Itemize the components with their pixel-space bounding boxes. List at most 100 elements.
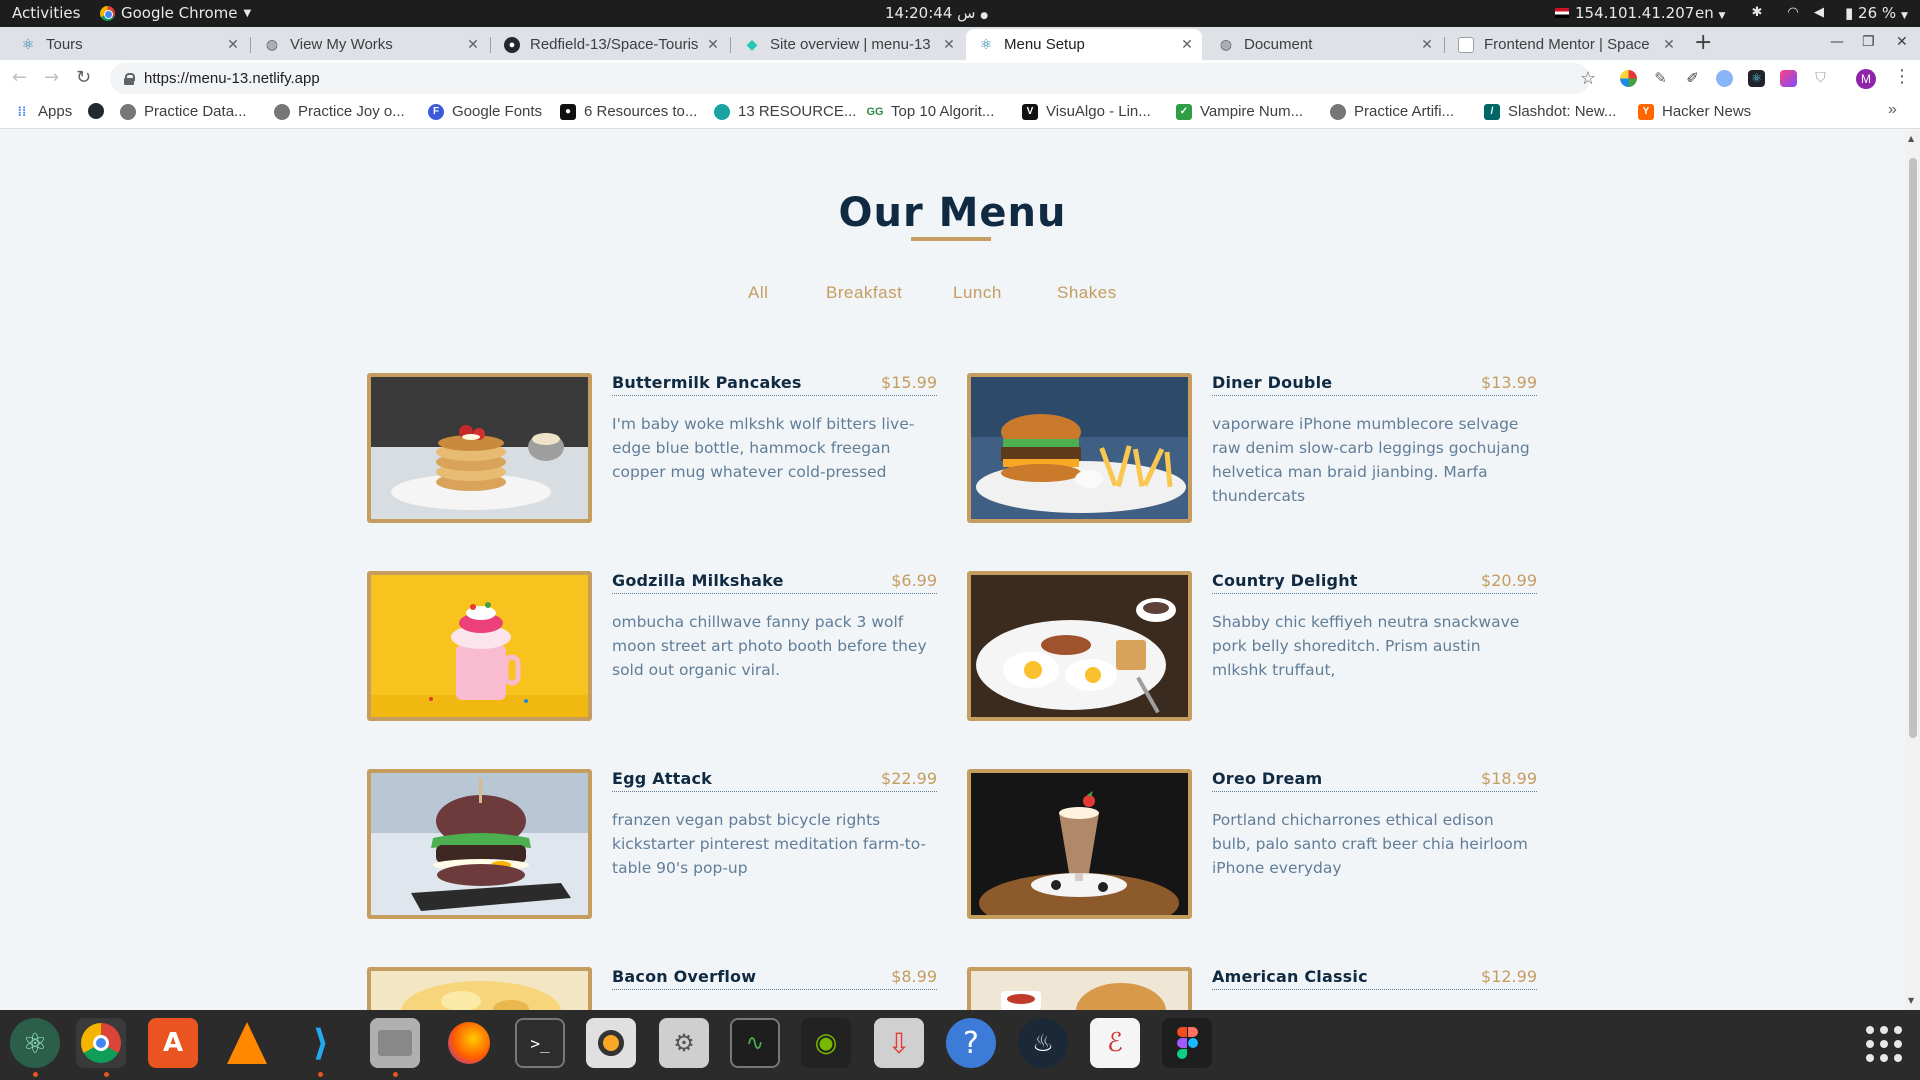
close-icon[interactable]: ✕: [224, 36, 242, 53]
files-icon[interactable]: [370, 1018, 420, 1068]
show-applications-button[interactable]: [1866, 1026, 1902, 1062]
eyedropper-extension-icon[interactable]: ✎: [1652, 70, 1669, 87]
shield-icon[interactable]: ⛉: [1812, 70, 1829, 87]
terminal-icon[interactable]: >_: [515, 1018, 565, 1068]
system-monitor-icon[interactable]: ∿: [730, 1018, 780, 1068]
activities-button[interactable]: Activities: [12, 4, 80, 22]
document-viewer-icon[interactable]: ℰ: [1090, 1018, 1140, 1068]
bookmark-vampire-numbers[interactable]: ✓ Vampire Num...: [1176, 103, 1303, 120]
filter-shakes-button[interactable]: Shakes: [1057, 279, 1117, 307]
filter-all-button[interactable]: All: [748, 279, 768, 307]
volume-icon[interactable]: ◀: [1810, 5, 1828, 21]
new-tab-button[interactable]: +: [1694, 32, 1712, 54]
bookmark-apps[interactable]: ⁞⁞ Apps: [14, 103, 73, 120]
gradient-extension-icon[interactable]: [1780, 70, 1797, 87]
page-scrollbar[interactable]: ▲ ▼: [1905, 130, 1920, 1010]
tab-tours[interactable]: ⚛ Tours ✕: [8, 29, 248, 60]
bookmark-practice-data[interactable]: Practice Data...: [120, 103, 247, 120]
close-icon[interactable]: ✕: [1178, 36, 1196, 53]
scrollbar-thumb[interactable]: [1909, 158, 1917, 738]
menu-item-name: Buttermilk Pancakes: [612, 373, 802, 392]
tab-document[interactable]: ◍ Document ✕: [1206, 29, 1442, 60]
back-button[interactable]: ←: [12, 68, 27, 88]
close-icon[interactable]: ✕: [940, 36, 958, 53]
menu-item-name: Oreo Dream: [1212, 769, 1323, 788]
restore-icon[interactable]: ❐: [1862, 34, 1875, 50]
pen-extension-icon[interactable]: ✐: [1684, 70, 1701, 87]
tab-github-repo[interactable]: ● Redfield-13/Space-Touris ✕: [492, 29, 728, 60]
chevron-double-right-icon[interactable]: »: [1888, 101, 1897, 119]
chrome-icon[interactable]: [76, 1018, 126, 1068]
bookmark-visualgo[interactable]: V VisuAlgo - Lin...: [1022, 103, 1151, 120]
tab-menu-setup[interactable]: ⚛ Menu Setup ✕: [966, 29, 1202, 60]
bookmark-6-resources[interactable]: ● 6 Resources to...: [560, 103, 697, 120]
keyboard-layout-indicator[interactable]: en ▼: [1695, 4, 1725, 22]
forward-button[interactable]: →: [44, 68, 59, 88]
nvidia-icon[interactable]: ◉: [801, 1018, 851, 1068]
figma-icon[interactable]: [1162, 1018, 1212, 1068]
settings-icon[interactable]: ⚙: [659, 1018, 709, 1068]
vlc-icon[interactable]: [222, 1018, 272, 1068]
close-icon[interactable]: ✕: [464, 36, 482, 53]
scroll-down-arrow-icon[interactable]: ▼: [1908, 996, 1914, 1005]
close-window-icon[interactable]: ✕: [1896, 34, 1908, 50]
tab-label: View My Works: [290, 36, 393, 53]
battery-indicator[interactable]: ▮ 26 % ▼: [1845, 4, 1908, 22]
network-indicator[interactable]: 154.101.41.207: [1555, 4, 1694, 22]
react-devtools-icon[interactable]: ⚛: [1748, 70, 1765, 87]
software-center-icon[interactable]: A: [148, 1018, 198, 1068]
flag-icon: [1555, 8, 1569, 18]
close-icon[interactable]: ✕: [1660, 36, 1678, 53]
bookmark-slashdot[interactable]: / Slashdot: New...: [1484, 103, 1616, 120]
globe-icon: [1330, 103, 1346, 120]
github-icon: [88, 103, 104, 119]
update-manager-icon[interactable]: ⇩: [874, 1018, 924, 1068]
bookmark-label: Slashdot: New...: [1508, 103, 1617, 120]
close-icon[interactable]: ✕: [1418, 36, 1436, 53]
filter-lunch-button[interactable]: Lunch: [953, 279, 1002, 307]
menu-item-description: ombucha chillwave fanny pack 3 wolf moon…: [612, 613, 927, 679]
bookmark-label: Top 10 Algorit...: [891, 103, 995, 120]
react-icon: ⚛: [979, 36, 993, 52]
bookmark-top-10-algorithms[interactable]: GG Top 10 Algorit...: [866, 103, 995, 120]
running-indicator: [104, 1072, 109, 1077]
egg-burger-image: [371, 773, 588, 915]
atom-icon[interactable]: ⚛: [10, 1018, 60, 1068]
extension-icon[interactable]: [1716, 70, 1733, 87]
bookmark-label: Google Fonts: [452, 103, 543, 120]
menu-item-photo: [967, 967, 1192, 1010]
more-vert-icon[interactable]: ⋮: [1893, 66, 1911, 87]
app-menu-button[interactable]: Google Chrome ▼: [100, 4, 251, 22]
firefox-icon[interactable]: [444, 1018, 494, 1068]
bookmark-hacker-news[interactable]: Y Hacker News: [1638, 103, 1751, 120]
bookmark-13-resource[interactable]: 13 RESOURCE...: [714, 103, 856, 120]
color-picker-extension-icon[interactable]: [1620, 70, 1637, 87]
bookmark-google-fonts[interactable]: F Google Fonts: [428, 103, 542, 120]
wifi-icon[interactable]: ◠: [1784, 5, 1802, 21]
minimize-icon[interactable]: —: [1830, 34, 1844, 50]
tab-frontend-mentor[interactable]: Frontend Mentor | Space ✕: [1446, 29, 1684, 60]
help-icon[interactable]: ?: [946, 1018, 996, 1068]
clock[interactable]: 14:20:44 س ●: [885, 4, 988, 22]
steam-icon[interactable]: ♨: [1018, 1018, 1068, 1068]
filter-breakfast-button[interactable]: Breakfast: [826, 279, 902, 307]
tab-view-my-works[interactable]: ◍ View My Works ✕: [252, 29, 488, 60]
bookmark-icon: ✓: [1176, 103, 1192, 120]
rhythmbox-icon[interactable]: [586, 1018, 636, 1068]
close-icon[interactable]: ✕: [704, 36, 722, 53]
menu-item-photo: [367, 571, 592, 721]
page-icon: [1458, 36, 1474, 53]
app-menu-label: Google Chrome: [121, 4, 238, 22]
menu-item-photo: [967, 571, 1192, 721]
profile-avatar[interactable]: M: [1856, 69, 1876, 89]
bookmark-practice-joy[interactable]: Practice Joy o...: [274, 103, 405, 120]
bookmark-practice-artificial[interactable]: Practice Artifi...: [1330, 103, 1454, 120]
bookmark-star-icon[interactable]: ☆: [1580, 68, 1596, 89]
vscode-icon[interactable]: ⟩: [296, 1018, 346, 1068]
reload-button[interactable]: ↻: [76, 68, 91, 88]
extension-tray-icon[interactable]: ✱: [1748, 5, 1766, 21]
tab-netlify-site-overview[interactable]: ◆ Site overview | menu-13 ✕: [732, 29, 964, 60]
bookmark-github[interactable]: [88, 103, 112, 119]
address-bar[interactable]: https://menu-13.netlify.app: [110, 63, 1590, 94]
scroll-up-arrow-icon[interactable]: ▲: [1908, 134, 1914, 143]
